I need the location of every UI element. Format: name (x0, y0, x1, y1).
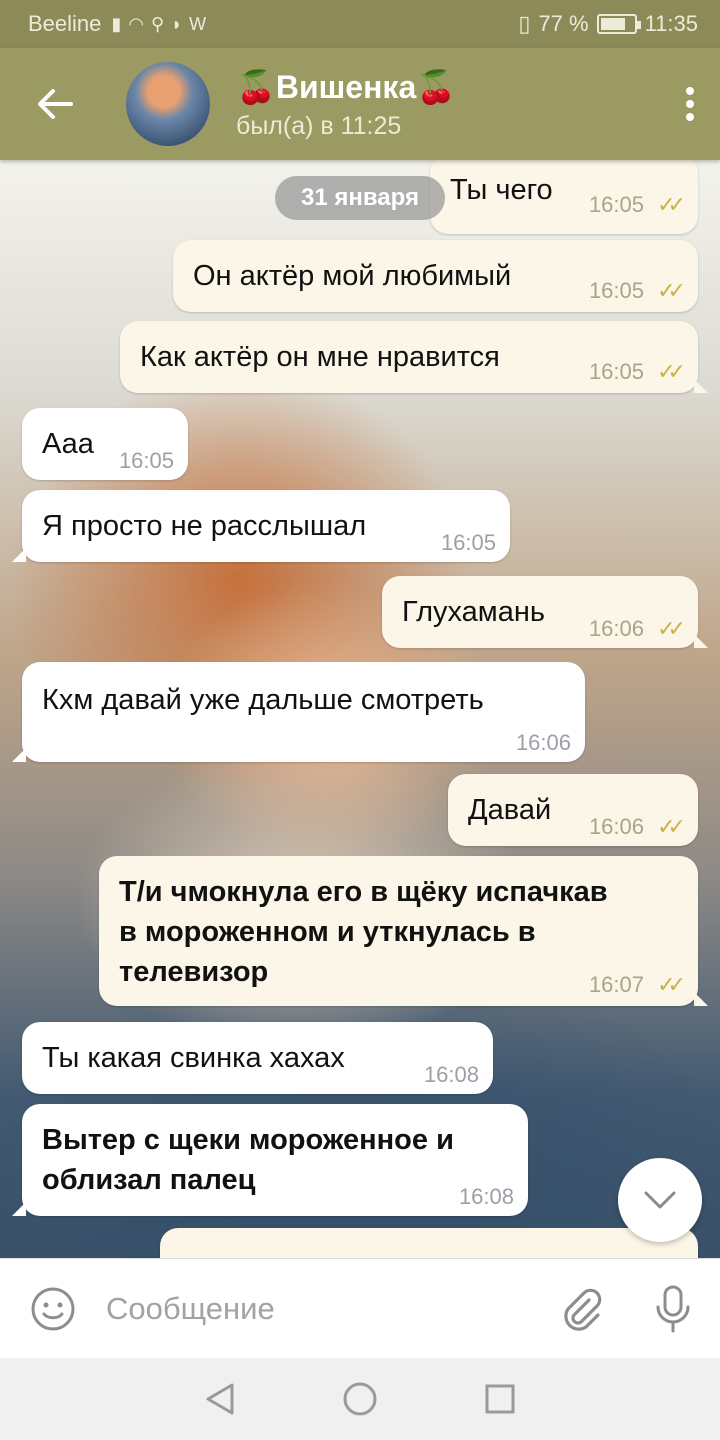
message-text-line: облизал палец (42, 1164, 256, 1196)
back-triangle-icon[interactable] (204, 1382, 236, 1416)
message-incoming[interactable]: Вытер с щеки мороженное и облизал палец … (12, 1104, 528, 1216)
message-text-line: в мороженном и уткнулась в (119, 916, 536, 948)
message-time: 16:06 (515, 730, 571, 755)
message-time: 16:05 (440, 530, 496, 555)
back-button[interactable] (0, 48, 110, 160)
message-outgoing[interactable]: Ты чего 16:05 ✓✓ (430, 160, 698, 234)
message-incoming[interactable]: Кхм давай уже дальше смотреть 16:06 (12, 662, 585, 762)
date-separator: 31 января (275, 176, 445, 220)
message-outgoing[interactable]: Как актёр он мне нравится 16:05 ✓✓ (120, 321, 708, 393)
read-check-icon: ✓✓ (657, 192, 686, 217)
message-text: Кхм давай уже дальше смотреть (42, 684, 484, 716)
message-time: 16:05 (588, 359, 644, 384)
message-time: 16:05 (588, 192, 644, 217)
mic-icon (656, 1285, 690, 1332)
message-input[interactable] (106, 1290, 526, 1327)
vibrate-icon: ▯ (518, 11, 531, 36)
clock: 11:35 (644, 11, 698, 36)
message-time: 16:05 (588, 278, 644, 303)
message-text-line: телевизор (119, 956, 269, 988)
mic-button[interactable] (638, 1285, 708, 1333)
message-time: 16:08 (423, 1062, 479, 1087)
message-text: Глухамань (402, 596, 545, 628)
battery-percent: 77 % (538, 11, 589, 36)
home-circle-icon[interactable] (342, 1381, 378, 1417)
status-icons: ▮ ◠ ⚲ ◗ W (111, 14, 207, 35)
status-bar: Beeline ▮ ◠ ⚲ ◗ W ▯ 77 % 11:35 (0, 0, 720, 48)
more-button[interactable] (660, 48, 720, 160)
more-vert-icon (686, 87, 694, 121)
message-text-line: Т/и чмокнула его в щёку испачкав (119, 876, 608, 908)
message-text: Он актёр мой любимый (193, 260, 512, 292)
avatar[interactable] (126, 62, 210, 146)
w-app-icon: W (189, 13, 208, 34)
rss-icon: ◗ (171, 13, 184, 34)
chevron-down-icon (644, 1191, 676, 1209)
message-text: Ты какая свинка хахах (42, 1042, 345, 1074)
carrier-label: Beeline (28, 11, 102, 36)
message-outgoing[interactable]: Т/и чмокнула его в щёку испачкав в морож… (99, 856, 708, 1006)
message-text: Как актёр он мне нравится (140, 341, 500, 373)
message-text: Ааа (42, 428, 94, 460)
emoji-button[interactable] (0, 1286, 106, 1332)
back-arrow-icon (38, 89, 73, 119)
message-text: Ты чего (450, 174, 553, 206)
signal-icon: ▮ (111, 13, 123, 34)
read-check-icon: ✓✓ (657, 814, 686, 839)
message-list[interactable]: Ты чего 16:05 ✓✓ 31 января Он актёр мой … (0, 160, 720, 1258)
message-text-line: Вытер с щеки мороженное и (42, 1124, 454, 1156)
attach-icon (564, 1288, 602, 1331)
read-check-icon: ✓✓ (657, 616, 686, 641)
message-outgoing-partial[interactable] (160, 1228, 698, 1258)
message-time: 16:06 (588, 814, 644, 839)
message-time: 16:06 (588, 616, 644, 641)
battery-icon (596, 14, 641, 34)
message-incoming[interactable]: Ты какая свинка хахах 16:08 (22, 1022, 493, 1094)
message-time: 16:07 (588, 972, 644, 997)
message-time: 16:08 (458, 1184, 514, 1209)
message-time: 16:05 (118, 448, 174, 473)
message-text: Я просто не расслышал (42, 510, 367, 542)
message-incoming[interactable]: Ааа 16:05 (22, 408, 188, 480)
read-check-icon: ✓✓ (657, 359, 686, 384)
chat-header: 🍒Вишенка🍒 был(а) в 11:25 (0, 48, 720, 160)
message-outgoing[interactable]: Глухамань 16:06 ✓✓ (382, 576, 708, 648)
message-outgoing[interactable]: Он актёр мой любимый 16:05 ✓✓ (173, 240, 698, 312)
read-check-icon: ✓✓ (657, 972, 686, 997)
read-check-icon: ✓✓ (657, 278, 686, 303)
message-outgoing[interactable]: Давай 16:06 ✓✓ (448, 774, 698, 846)
emoji-icon (31, 1287, 75, 1330)
chat-info[interactable]: 🍒Вишенка🍒 был(а) в 11:25 (236, 68, 456, 141)
message-composer (0, 1258, 720, 1358)
wifi-icon: ◠ (128, 13, 146, 34)
search-icon: ⚲ (151, 13, 166, 34)
scroll-down-button[interactable] (618, 1158, 702, 1242)
chat-title: 🍒Вишенка🍒 (236, 68, 457, 105)
message-incoming[interactable]: Я просто не расслышал 16:05 (12, 490, 510, 562)
recents-square-icon[interactable] (484, 1383, 516, 1415)
last-seen: был(а) в 11:25 (236, 111, 402, 140)
message-text: Давай (468, 794, 552, 826)
system-nav-bar (0, 1358, 720, 1440)
attach-button[interactable] (546, 1286, 616, 1332)
